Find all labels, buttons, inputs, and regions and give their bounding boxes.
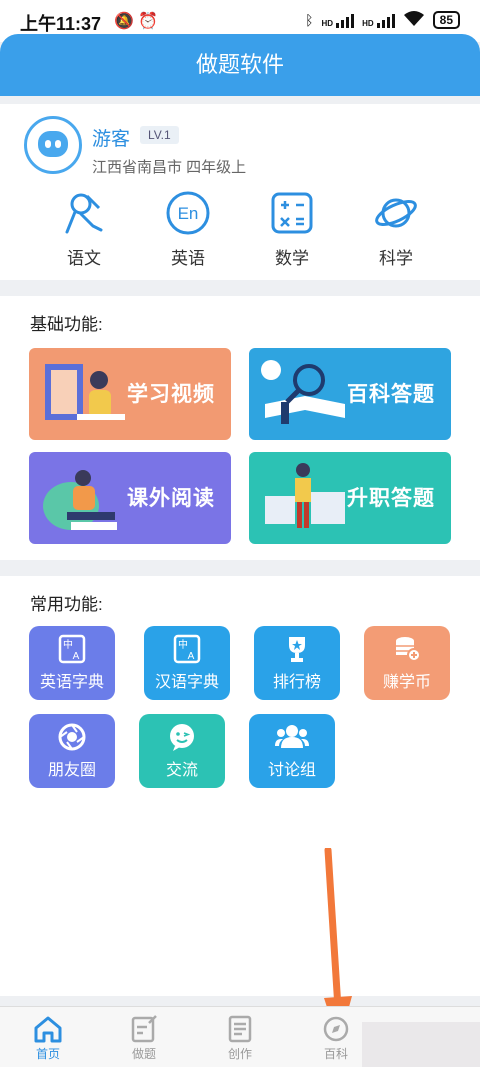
status-right: ᛒ HD HD 85 <box>305 10 460 29</box>
chat-tile[interactable]: 交流 <box>139 714 225 788</box>
tab-home[interactable]: 首页 <box>0 1007 96 1067</box>
dictionary-icon: 中A <box>58 634 86 664</box>
wifi-icon <box>403 10 425 29</box>
profile-panel: 游客 LV.1 江西省南昌市 四年级上 语文 En 英语 数学 科学 <box>0 104 480 280</box>
subject-label: 科学 <box>379 249 413 268</box>
common-functions-section: 常用功能: 中A 英语字典 中A 汉语字典 排行榜 赚学币 朋友圈 交流 讨论组 <box>0 576 480 996</box>
tab-exercise[interactable]: 做题 <box>96 1007 192 1067</box>
english-dictionary-tile[interactable]: 中A 英语字典 <box>29 626 115 700</box>
subject-math[interactable]: 数学 <box>240 190 344 269</box>
study-video-card[interactable]: 学习视频 <box>29 348 231 440</box>
subject-english[interactable]: En 英语 <box>136 190 240 269</box>
corner-overlay <box>362 1022 480 1067</box>
bluetooth-icon: ᛒ <box>305 11 314 28</box>
subject-list: 语文 En 英语 数学 科学 <box>0 190 480 269</box>
subject-science[interactable]: 科学 <box>344 190 448 269</box>
dictionary-icon: 中A <box>173 634 201 664</box>
svg-text:中: 中 <box>178 638 188 651</box>
signal-icon-2: HD <box>362 12 395 28</box>
subject-label: 数学 <box>275 249 309 268</box>
tile-label: 排行榜 <box>272 674 321 691</box>
magnifier-book-icon <box>261 360 345 424</box>
subject-chinese[interactable]: 语文 <box>32 190 136 269</box>
card-label: 百科答题 <box>347 383 435 406</box>
earn-coins-tile[interactable]: 赚学币 <box>364 626 450 700</box>
battery-indicator: 85 <box>432 10 460 29</box>
group-icon <box>275 725 309 748</box>
math-calculator-icon <box>271 192 313 234</box>
coins-icon <box>396 637 421 662</box>
section-title: 基础功能: <box>30 315 103 334</box>
chinese-dictionary-tile[interactable]: 中A 汉语字典 <box>144 626 230 700</box>
card-label: 学习视频 <box>127 383 215 406</box>
tile-label: 英语字典 <box>39 674 104 691</box>
tab-label: 首页 <box>35 1047 60 1061</box>
page-title: 做题软件 <box>195 52 284 77</box>
robot-face-icon <box>38 131 68 157</box>
subject-label: 英语 <box>171 249 205 268</box>
tile-label: 朋友圈 <box>47 762 96 779</box>
status-time: 上午11:37 <box>20 14 102 34</box>
tile-label: 交流 <box>165 762 198 779</box>
smiley-chat-icon <box>170 724 194 751</box>
promotion-quiz-card[interactable]: 升职答题 <box>249 452 451 544</box>
books-person-icon <box>265 463 345 528</box>
tab-create[interactable]: 创作 <box>192 1007 288 1067</box>
leaderboard-tile[interactable]: 排行榜 <box>254 626 340 700</box>
tab-label: 做题 <box>131 1047 156 1061</box>
basic-functions-section: 基础功能: 学习视频 百科答题 课外阅读 升职答题 <box>0 296 480 560</box>
discussion-group-tile[interactable]: 讨论组 <box>249 714 335 788</box>
svg-text:A: A <box>188 651 195 662</box>
encyclopedia-quiz-card[interactable]: 百科答题 <box>249 348 451 440</box>
subject-label: 语文 <box>67 249 101 268</box>
aperture-icon <box>58 723 86 751</box>
planet-icon <box>375 198 417 228</box>
trophy-icon <box>289 637 305 662</box>
document-icon <box>228 1015 252 1043</box>
user-location: 江西省南昌市 四年级上 <box>92 159 247 176</box>
tile-label: 汉语字典 <box>154 674 219 691</box>
tab-label: 创作 <box>227 1047 252 1061</box>
tile-label: 赚学币 <box>382 674 431 691</box>
card-label: 升职答题 <box>347 487 435 510</box>
english-en-icon: En <box>166 191 210 235</box>
app-header: 做题软件 <box>0 34 480 96</box>
svg-text:中: 中 <box>63 638 73 651</box>
study-illustration-icon <box>45 364 125 420</box>
tile-label: 讨论组 <box>267 762 316 779</box>
edit-icon <box>131 1015 157 1043</box>
svg-text:En: En <box>178 204 199 223</box>
reading-illustration-icon <box>43 470 117 530</box>
svg-text:A: A <box>73 651 80 662</box>
compass-icon <box>323 1016 349 1042</box>
home-icon <box>34 1016 62 1043</box>
chinese-brush-icon <box>65 193 103 234</box>
card-label: 课外阅读 <box>127 487 215 510</box>
moments-tile[interactable]: 朋友圈 <box>29 714 115 788</box>
level-badge: LV.1 <box>140 126 179 144</box>
extracurricular-reading-card[interactable]: 课外阅读 <box>29 452 231 544</box>
section-title: 常用功能: <box>30 595 103 614</box>
user-name[interactable]: 游客 <box>92 124 130 151</box>
avatar[interactable] <box>24 116 82 174</box>
notification-icons: 🔕 ⏰ <box>114 13 159 30</box>
signal-icon: HD <box>322 12 355 28</box>
